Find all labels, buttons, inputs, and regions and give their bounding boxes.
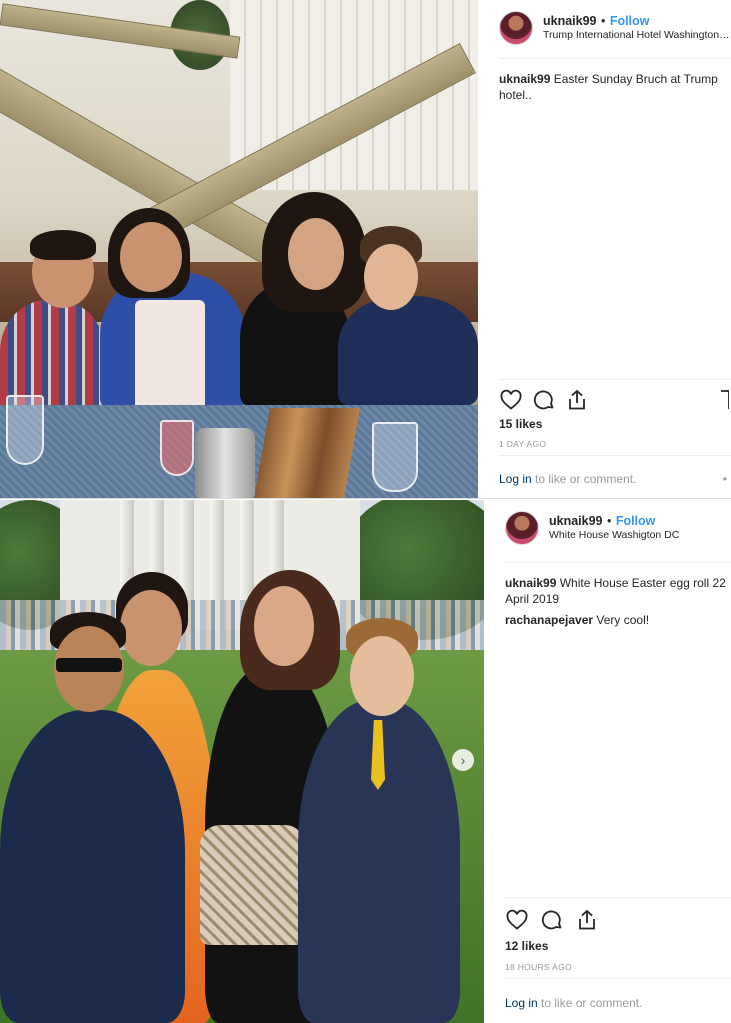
separator-dot: • (606, 514, 612, 528)
comment-icon[interactable] (532, 388, 556, 412)
follow-button[interactable]: Follow (610, 14, 650, 28)
heart-icon[interactable] (505, 908, 529, 932)
hair (30, 230, 96, 260)
silver-pitcher (195, 428, 255, 498)
divider (499, 455, 731, 456)
divider (505, 562, 731, 563)
sunglasses (56, 658, 122, 672)
username-link[interactable]: uknaik99 (549, 514, 603, 528)
post-trump-hotel: uknaik99 • Follow Trump International Ho… (0, 0, 731, 498)
login-link[interactable]: Log in (505, 996, 538, 1010)
divider (499, 58, 731, 59)
login-link[interactable]: Log in (499, 472, 532, 486)
post-photo-easter-egg-roll[interactable]: › (0, 500, 484, 1023)
face (350, 636, 414, 716)
face (254, 586, 314, 666)
divider (499, 379, 731, 380)
bookmark-icon[interactable] (719, 388, 730, 412)
post-header: uknaik99 • Follow Trump International Ho… (499, 10, 731, 46)
caption: uknaik99 Easter Sunday Bruch at Trump ho… (499, 71, 731, 103)
action-bar (505, 908, 731, 934)
header-text: uknaik99 • Follow White House Washigton … (549, 514, 679, 542)
timestamp[interactable]: 1 DAY AGO (499, 439, 546, 449)
caption-username[interactable]: uknaik99 (499, 72, 550, 86)
caption-username[interactable]: uknaik99 (505, 576, 556, 590)
login-text: to like or comment. (535, 472, 637, 486)
post-sidebar: uknaik99 • Follow Trump International Ho… (478, 0, 731, 498)
avatar[interactable] (499, 11, 533, 45)
heart-icon[interactable] (499, 388, 523, 412)
divider (505, 897, 731, 898)
separator-dot: • (600, 14, 606, 28)
comment-text: Very cool! (596, 613, 650, 627)
face (288, 218, 344, 290)
serving-board (254, 408, 360, 498)
likes-count[interactable]: 15 likes (499, 417, 542, 431)
water-glass (6, 395, 44, 465)
location-link[interactable]: White House Washigton DC (549, 528, 679, 542)
location-link[interactable]: Trump International Hotel Washington, D.… (543, 28, 731, 42)
comment-username[interactable]: rachanapejaver (505, 613, 593, 627)
shirt (135, 300, 205, 410)
comment-icon[interactable] (540, 908, 564, 932)
face (120, 590, 182, 666)
person-boy-suit (338, 296, 478, 406)
divider (505, 978, 731, 979)
likes-count[interactable]: 12 likes (505, 939, 548, 953)
login-prompt: Log in to like or comment. • (499, 472, 731, 486)
next-arrow-icon[interactable]: › (452, 749, 474, 771)
post-header: uknaik99 • Follow White House Washigton … (505, 510, 731, 546)
caption: uknaik99 White House Easter egg roll 22 … (505, 575, 731, 609)
login-prompt: Log in to like or comment. (505, 996, 731, 1010)
avatar[interactable] (505, 511, 539, 545)
handbag (200, 825, 305, 945)
post-white-house: › uknaik99 • Follow White House Washigto… (0, 500, 731, 1023)
share-icon[interactable] (575, 908, 599, 932)
username-link[interactable]: uknaik99 (543, 14, 597, 28)
face (120, 222, 182, 292)
face (364, 244, 418, 310)
water-glass (372, 422, 418, 492)
share-icon[interactable] (565, 388, 589, 412)
login-text: to like or comment. (541, 996, 643, 1010)
more-options-icon[interactable]: • (723, 472, 727, 486)
timestamp[interactable]: 18 HOURS AGO (505, 962, 572, 972)
action-bar (499, 388, 731, 414)
juice-glass (160, 420, 194, 476)
header-text: uknaik99 • Follow Trump International Ho… (543, 14, 731, 42)
person-boy-navy-suit (0, 710, 185, 1023)
follow-button[interactable]: Follow (616, 514, 656, 528)
comment: rachanapejaver Very cool! (505, 612, 731, 628)
post-sidebar: uknaik99 • Follow White House Washigton … (484, 500, 731, 1023)
post-photo-brunch[interactable] (0, 0, 478, 498)
